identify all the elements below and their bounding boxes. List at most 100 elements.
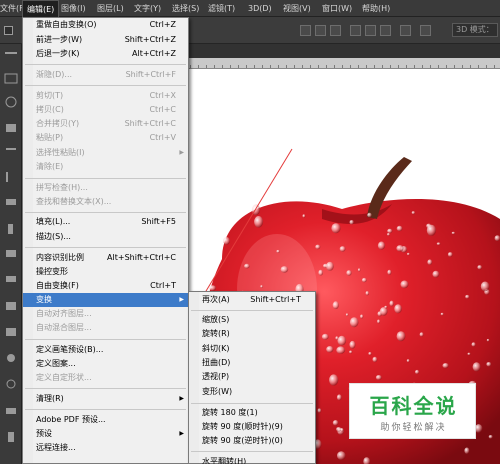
tool-crop-icon	[6, 148, 16, 150]
water-drop	[260, 285, 263, 288]
edit-menu-item: 拼写检查(H)...	[23, 181, 188, 195]
water-drop	[486, 338, 490, 342]
water-drop	[372, 356, 378, 363]
water-drop	[436, 242, 441, 246]
edit-menu-item[interactable]: 重做自由变换(O) Ctrl+Z	[23, 18, 188, 32]
edit-menu-item[interactable]: 填充(L)... Shift+F5	[23, 215, 188, 229]
distribute-center-icon[interactable]	[365, 25, 376, 36]
transform-submenu-item-shortcut: Shift+Ctrl+T	[250, 295, 301, 304]
water-drop	[336, 394, 342, 401]
water-drop	[349, 340, 356, 349]
edit-menu-item[interactable]: 预设 ▶	[23, 427, 188, 441]
arrange-icon[interactable]	[420, 25, 431, 36]
edit-menu-item-label: 填充(L)...	[36, 217, 71, 226]
auto-select-checkbox[interactable]	[4, 26, 13, 35]
transform-submenu-item[interactable]: 透视(P)	[189, 370, 315, 384]
water-drop	[394, 304, 402, 314]
edit-menu-item[interactable]: 描边(S)...	[23, 230, 188, 244]
edit-menu-item: 粘贴(P) Ctrl+V	[23, 131, 188, 145]
edit-menu-item[interactable]: Adobe PDF 预设...	[23, 413, 188, 427]
water-drop	[315, 244, 321, 250]
menu-window[interactable]: 窗口(W)	[318, 0, 356, 17]
edit-menu-item: 剪切(T) Ctrl+X	[23, 89, 188, 103]
transform-submenu-item[interactable]: 斜切(K)	[189, 342, 315, 356]
menu-image[interactable]: 图像(I)	[57, 0, 90, 17]
water-drop	[280, 266, 289, 273]
edit-menu-item-label: 渐隐(D)...	[36, 70, 73, 79]
water-drop	[326, 261, 334, 271]
water-drop	[426, 224, 436, 236]
water-drop	[442, 363, 449, 369]
transform-submenu-item[interactable]: 旋转 90 度(顺时针)(9)	[189, 420, 315, 434]
menu-type[interactable]: 文字(Y)	[130, 0, 165, 17]
tools-icons	[4, 52, 18, 442]
water-drop	[396, 245, 404, 252]
transform-submenu-item[interactable]: 旋转 90 度(逆时针)(0)	[189, 434, 315, 448]
transform-submenu-item[interactable]: 扭曲(D)	[189, 356, 315, 370]
edit-menu-item[interactable]: 清理(R) ▶	[23, 392, 188, 406]
transform-submenu-item-label: 旋转 180 度(1)	[202, 408, 258, 417]
menu-separator	[25, 409, 186, 410]
water-drop	[318, 269, 324, 276]
edit-menu-item[interactable]: 变换 ▶	[23, 293, 188, 307]
menu-view[interactable]: 视图(V)	[279, 0, 315, 17]
water-drop	[336, 346, 346, 354]
edit-menu-item-label: 重做自由变换(O)	[36, 20, 97, 29]
menu-help[interactable]: 帮助(H)	[358, 0, 394, 17]
water-drop	[326, 346, 334, 353]
menu-layer[interactable]: 图层(L)	[93, 0, 128, 17]
edit-menu-item: 查找和替换文本(X)...	[23, 195, 188, 209]
transform-submenu-item[interactable]: 旋转(R)	[189, 327, 315, 341]
transform-submenu-item-label: 旋转 90 度(顺时针)(9)	[202, 422, 283, 431]
menu-select[interactable]: 选择(S)	[168, 0, 203, 17]
align-top-icon[interactable]	[300, 25, 311, 36]
edit-menu-item[interactable]: 定义画笔预设(B)...	[23, 343, 188, 357]
water-drop	[276, 249, 280, 253]
edit-menu-item-shortcut: Shift+F5	[141, 217, 176, 226]
water-drop	[377, 319, 381, 324]
edit-menu-item[interactable]: 后退一步(K) Alt+Ctrl+Z	[23, 47, 188, 61]
edit-menu-item-label: 后退一步(K)	[36, 49, 80, 58]
water-drop	[480, 281, 490, 292]
edit-menu-item-label: 剪切(T)	[36, 91, 64, 100]
menu-separator	[25, 212, 186, 213]
transform-submenu-item[interactable]: 旋转 180 度(1)	[189, 406, 315, 420]
align-middle-icon[interactable]	[315, 25, 326, 36]
edit-menu-item-label: 定义自定形状...	[36, 373, 92, 382]
edit-menu-item[interactable]: 自由变换(F) Ctrl+T	[23, 279, 188, 293]
transform-submenu-item[interactable]: 再次(A) Shift+Ctrl+T	[189, 293, 315, 307]
water-drop	[427, 259, 433, 265]
water-drop	[368, 352, 372, 356]
menu-separator	[191, 451, 313, 452]
tool-eyedropper-icon	[6, 172, 8, 182]
water-drop	[337, 335, 347, 346]
transform-submenu-item[interactable]: 水平翻转(H)	[189, 455, 315, 464]
menu-3d[interactable]: 3D(D)	[244, 0, 276, 17]
edit-menu-item-shortcut: Ctrl+Z	[149, 20, 176, 29]
water-drop	[349, 350, 353, 354]
distribute-left-icon[interactable]	[350, 25, 361, 36]
edit-menu-item[interactable]: 远程连接...	[23, 441, 188, 455]
edit-menu-item[interactable]: 定义图案...	[23, 357, 188, 371]
water-drop	[329, 374, 339, 386]
transform-submenu-item[interactable]: 变形(W)	[189, 385, 315, 399]
edit-menu-item[interactable]: 操控变形	[23, 265, 188, 279]
edit-menu-item[interactable]: 前进一步(W) Shift+Ctrl+Z	[23, 33, 188, 47]
water-drop	[432, 270, 440, 278]
edit-menu-item[interactable]: 内容识别比例 Alt+Shift+Ctrl+C	[23, 251, 188, 265]
water-drop	[223, 237, 230, 245]
auto-align-icon[interactable]	[400, 25, 411, 36]
transform-submenu-item[interactable]: 缩放(S)	[189, 313, 315, 327]
water-drop	[365, 291, 369, 296]
edit-menu-item: 定义自定形状...	[23, 371, 188, 385]
align-bottom-icon[interactable]	[330, 25, 341, 36]
distribute-right-icon[interactable]	[380, 25, 391, 36]
edit-menu-item-shortcut: Shift+Ctrl+Z	[124, 35, 176, 44]
menu-filter[interactable]: 滤镜(T)	[204, 0, 239, 17]
water-drop	[349, 317, 359, 328]
tool-pen-icon	[6, 408, 16, 414]
water-drop	[345, 313, 349, 317]
submenu-arrow-icon: ▶	[179, 149, 184, 156]
watermark: 百科全说 助你轻松解决	[349, 383, 476, 439]
menu-edit[interactable]: 编辑(E)	[22, 0, 60, 17]
